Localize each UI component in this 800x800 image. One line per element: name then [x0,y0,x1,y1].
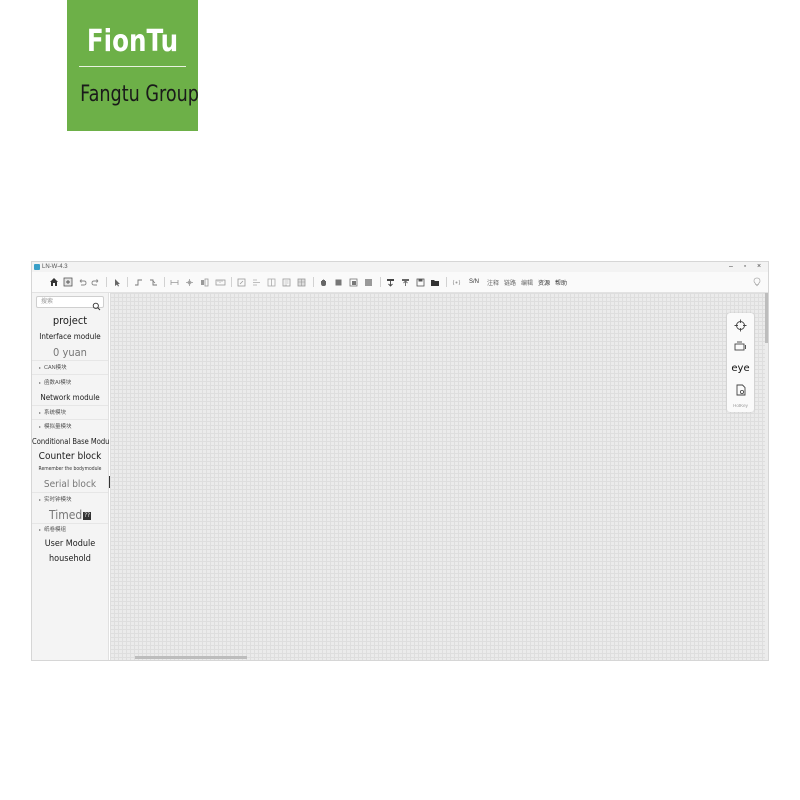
redo-icon[interactable] [90,276,100,288]
sidebar-item-remember-body-module[interactable]: Remember the bodymodule [32,464,108,478]
lightbulb-icon[interactable] [752,276,762,288]
sidebar-sub-item[interactable]: ▸ CAN模块 [32,360,108,374]
module-sidebar: 搜索 project Interface module 0 yuan ▸ CAN模… [32,293,115,660]
caret-right-icon: ▸ [39,424,42,429]
minimize-button[interactable]: – [724,262,738,272]
add-page-icon[interactable] [62,276,74,288]
toolbar-separator [380,277,381,287]
hand-icon[interactable] [318,276,328,288]
hotkey-label: HotKey [733,403,748,408]
vertical-scrollbar[interactable] [765,293,768,660]
sidebar-item-conditional-base-module[interactable]: Conditional Base Module [32,434,115,450]
brand-logo: FionTu Fangtu Group [67,0,199,131]
timed-badge: ?? [83,511,91,520]
sidebar-sub-item[interactable]: ▸ 实时钟模块 [32,492,108,507]
sidebar-item-network-module[interactable]: Network module [32,390,108,405]
sidebar-sub-item[interactable]: ▸ 模拟量模块 [32,419,108,434]
annotate-menu[interactable]: 注释 [487,276,499,288]
falling-edge-icon[interactable] [148,276,158,288]
logo-title: FionTu [86,24,179,59]
vertical-scroll-thumb[interactable] [765,293,768,343]
link-menu[interactable]: 链路 [504,276,516,288]
upload-icon[interactable] [400,276,410,288]
sub-item-label: CAN模块 [44,365,67,371]
toolbar: S/N 注释 链路 编辑 资源 帮助 [32,272,768,293]
search-placeholder: 搜索 [41,299,54,305]
sidebar-item-household[interactable]: household [32,552,108,567]
sn-menu[interactable]: S/N [469,276,479,288]
floating-tool-panel: eye HotKey [727,313,754,412]
fit-frame-icon[interactable] [727,337,754,355]
sub-item-label: 实时钟模块 [44,497,72,503]
zoom-out-icon[interactable] [363,276,373,288]
caret-right-icon: ▸ [39,497,42,502]
save-icon[interactable] [415,276,425,288]
logo-divider [79,66,186,67]
caret-right-icon: ▸ [39,410,42,415]
rising-edge-icon[interactable] [133,276,143,288]
sidebar-item-0-yuan[interactable]: 0 yuan [32,345,108,360]
toolbar-separator [313,277,314,287]
undo-icon[interactable] [77,276,87,288]
edit-icon[interactable] [236,276,246,288]
split-icon[interactable] [266,276,276,288]
sidebar-sub-item[interactable]: ▸ 函数AI模块 [32,374,108,390]
crosshair-icon[interactable] [727,316,754,334]
sidebar-item-timed[interactable]: Timed?? [32,507,108,523]
sub-item-label: 纸卷模组 [44,527,67,533]
horizontal-scroll-thumb[interactable] [135,656,247,659]
sub-item-label: 函数AI模块 [44,380,72,386]
toolbar-separator [446,277,447,287]
sub-item-label: 系统模块 [44,410,67,416]
open-folder-icon[interactable] [430,276,440,288]
compile-menu[interactable]: 编辑 [521,276,533,288]
title-bar: LN-W-4.3 – ▫ × [32,262,768,272]
window-title: LN-W-4.3 [42,264,68,270]
toolbar-separator [106,277,107,287]
sidebar-item-project[interactable]: project [32,313,108,329]
caret-right-icon: ▸ [39,365,42,370]
parallel-icon[interactable] [199,276,209,288]
sidebar-sub-item[interactable]: ▸ 系统模块 [32,405,108,419]
resources-menu[interactable]: 资源 [538,276,550,288]
h-connect-icon[interactable] [169,276,179,288]
logo-subtitle: Fangtu Group [80,82,199,107]
eye-toggle[interactable]: eye [727,359,754,377]
ruler-icon[interactable] [214,276,226,288]
signal-icon[interactable] [450,276,462,288]
caret-right-icon: ▸ [39,380,42,385]
list-icon[interactable] [281,276,291,288]
help-menu[interactable]: 帮助 [555,276,567,288]
caret-right-icon: ▸ [39,527,42,532]
toolbar-separator [127,277,128,287]
sidebar-item-serial-block[interactable]: Serial block [32,478,108,492]
zoom-fit-icon[interactable] [333,276,343,288]
app-window: LN-W-4.3 – ▫ × S/N 注释 链路 编辑 资源 帮助 搜索 pro… [31,261,769,661]
app-icon [34,264,40,270]
maximize-button[interactable]: ▫ [738,262,752,272]
sub-item-label: 模拟量模块 [44,424,72,430]
toolbar-separator [231,277,232,287]
toolbar-separator [164,277,165,287]
sidebar-item-interface-module[interactable]: Interface module [32,329,108,345]
table-icon[interactable] [296,276,306,288]
zoom-in-icon[interactable] [348,276,358,288]
cross-connect-icon[interactable] [184,276,194,288]
close-button[interactable]: × [752,262,766,272]
editor-canvas[interactable] [110,293,768,660]
sidebar-sub-item[interactable]: ▸ 纸卷模组 [32,523,108,537]
home-icon[interactable] [48,276,60,288]
sidebar-item-counter-block[interactable]: Counter block [32,450,108,464]
timed-label: Timed [49,508,83,522]
select-arrow-icon[interactable] [112,276,122,288]
download-icon[interactable] [385,276,395,288]
search-input[interactable]: 搜索 [36,296,104,311]
export-file-icon[interactable] [727,381,754,399]
sidebar-item-user-module[interactable]: User Module [32,537,108,552]
align-icon[interactable] [251,276,261,288]
module-list: project Interface module 0 yuan ▸ CAN模块 ▸… [32,313,115,567]
